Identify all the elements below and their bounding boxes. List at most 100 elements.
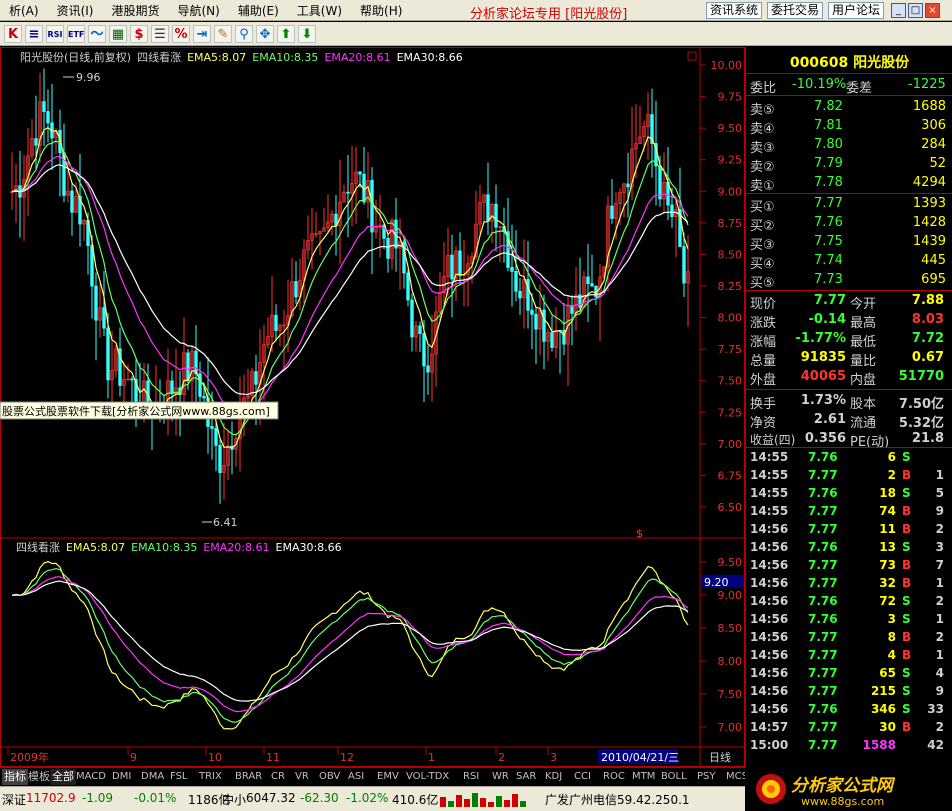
tab-psy[interactable]: PSY xyxy=(695,769,718,785)
percent-icon[interactable]: % xyxy=(172,25,190,43)
x-tick-label: 12 xyxy=(340,751,354,764)
maximize-icon[interactable]: □ xyxy=(908,3,923,18)
stat-label: 净资 xyxy=(750,416,777,431)
tab-asi[interactable]: ASI xyxy=(346,769,366,785)
tab-dmi[interactable]: DMI xyxy=(110,769,133,785)
buy-volume: 1439 xyxy=(912,234,946,249)
candle-body xyxy=(102,307,106,329)
buy-price: 7.77 xyxy=(814,196,843,211)
tab-vol-tdx[interactable]: VOL-TDX xyxy=(404,769,451,785)
candle-body xyxy=(186,352,190,381)
tick-volume: 8 xyxy=(887,630,896,644)
tick-volume: 13 xyxy=(879,540,896,554)
tab-wr[interactable]: WR xyxy=(490,769,511,785)
tab-dma[interactable]: DMA xyxy=(139,769,166,785)
tab-fsl[interactable]: FSL xyxy=(168,769,190,785)
sell-row: 卖③ 7.80 284 xyxy=(750,137,948,156)
tick-row: 14:56 7.77 8 B 2 xyxy=(750,630,950,648)
tick-row: 15:00 7.77 1588 42 xyxy=(750,738,950,756)
tick-count: 9 xyxy=(935,504,944,518)
tab-boll[interactable]: BOLL xyxy=(659,769,689,785)
tab-obv[interactable]: OBV xyxy=(317,769,342,785)
sell-level-label: 卖③ xyxy=(750,141,775,156)
tab-sar[interactable]: SAR xyxy=(514,769,538,785)
forum-button[interactable]: 用户论坛 xyxy=(828,2,885,19)
bar-chart-icon[interactable]: ≡ xyxy=(25,25,43,43)
candle-body xyxy=(106,327,110,381)
candle-body xyxy=(550,332,554,348)
candle-body xyxy=(570,305,574,314)
menu-analysis[interactable]: 析(A) xyxy=(0,2,48,19)
rsi-icon[interactable]: RSI xyxy=(46,25,64,43)
y-tick-label: 7.50 xyxy=(718,375,743,388)
menu-info[interactable]: 资讯(I) xyxy=(48,2,103,19)
candle-body xyxy=(418,325,422,335)
tab-macd[interactable]: MACD xyxy=(74,769,108,785)
menu-navigate[interactable]: 导航(N) xyxy=(169,2,229,19)
chart-canvas[interactable]: 10.00 9.75 9.50 9.25 9.00 8.75 8.50 8.25 8.00 7.7… xyxy=(0,47,880,767)
grid-icon[interactable]: ▦ xyxy=(109,25,127,43)
breadth-bar xyxy=(520,801,526,807)
candle-body xyxy=(370,179,374,233)
trade-button[interactable]: 委托交易 xyxy=(767,2,824,19)
candle-body xyxy=(202,395,206,399)
sell-price: 7.82 xyxy=(814,99,843,114)
indicator-name: 四线看涨 xyxy=(137,50,181,64)
tab-全部[interactable]: 全部 xyxy=(50,769,76,785)
tick-row: 14:56 7.76 346 S 33 xyxy=(750,702,950,720)
tab-roc[interactable]: ROC xyxy=(601,769,627,785)
s-marker: $ xyxy=(636,527,643,540)
candle-body xyxy=(214,428,218,446)
tick-row: 14:57 7.77 30 B 2 xyxy=(750,720,950,738)
zoom-icon[interactable]: ⚲ xyxy=(235,25,253,43)
list-icon[interactable]: ☰ xyxy=(151,25,169,43)
tick-price: 7.77 xyxy=(808,558,838,572)
tick-count: 1 xyxy=(935,612,944,626)
menu-assist[interactable]: 辅助(E) xyxy=(229,2,288,19)
sell-volume: 1688 xyxy=(912,99,946,114)
buy-volume: 695 xyxy=(921,272,946,287)
tab-cr[interactable]: CR xyxy=(269,769,287,785)
etf-icon[interactable]: ETF xyxy=(67,25,85,43)
tab-rsi[interactable]: RSI xyxy=(461,769,481,785)
tick-count: 42 xyxy=(927,738,944,752)
sell-price: 7.81 xyxy=(814,118,843,133)
tab-cci[interactable]: CCI xyxy=(572,769,593,785)
wave-icon[interactable]: 〜 xyxy=(88,25,106,43)
menu-help[interactable]: 帮助(H) xyxy=(351,2,411,19)
tick-volume: 3 xyxy=(887,612,896,626)
tick-volume: 6 xyxy=(887,450,896,464)
main-header: 阳光股份(日线,前复权) 四线看涨 EMA5:8.07 EMA10:8.35 EMA20… xyxy=(20,50,463,64)
tick-row: 14:56 7.76 13 S 3 xyxy=(750,540,950,558)
chart-icon[interactable]: K xyxy=(4,25,22,43)
tab-vr[interactable]: VR xyxy=(293,769,311,785)
tab-kdj[interactable]: KDJ xyxy=(543,769,564,785)
sub-y-tick-label: 9.50 xyxy=(718,556,743,569)
tick-count: 33 xyxy=(927,702,944,716)
pan-icon[interactable]: ✥ xyxy=(256,25,274,43)
enter-icon[interactable]: ⇥ xyxy=(193,25,211,43)
menu-tools[interactable]: 工具(W) xyxy=(288,2,351,19)
chart-area[interactable]: 10.00 9.75 9.50 9.25 9.00 8.75 8.50 8.25 8.00 7.7… xyxy=(0,47,880,767)
menu-hk-futures[interactable]: 港股期货 xyxy=(102,2,168,19)
pencil-icon[interactable]: ✎ xyxy=(214,25,232,43)
menu-bar: 析(A) 资讯(I) 港股期货 导航(N) 辅助(E) 工具(W) 帮助(H) … xyxy=(0,0,952,22)
candle-body xyxy=(294,281,298,298)
tab-指标[interactable]: 指标 xyxy=(2,769,28,785)
candle-body xyxy=(42,101,46,112)
dollar-icon[interactable]: $ xyxy=(130,25,148,43)
x-tick-label: 2 xyxy=(498,751,505,764)
info-system-button[interactable]: 资讯系统 xyxy=(706,2,763,19)
candle-body xyxy=(386,237,390,259)
quote-divider xyxy=(746,290,952,291)
tab-emv[interactable]: EMV xyxy=(375,769,401,785)
down-arrow-icon[interactable]: ⬇ xyxy=(298,25,316,43)
tab-brar[interactable]: BRAR xyxy=(233,769,264,785)
tab-mtm[interactable]: MTM xyxy=(630,769,657,785)
minimize-icon[interactable]: _ xyxy=(891,3,906,18)
close-icon[interactable]: × xyxy=(925,3,940,18)
up-arrow-icon[interactable]: ⬆ xyxy=(277,25,295,43)
tick-count: 1 xyxy=(935,468,944,482)
tab-模板[interactable]: 模板 xyxy=(26,769,52,785)
tab-trix[interactable]: TRIX xyxy=(197,769,224,785)
